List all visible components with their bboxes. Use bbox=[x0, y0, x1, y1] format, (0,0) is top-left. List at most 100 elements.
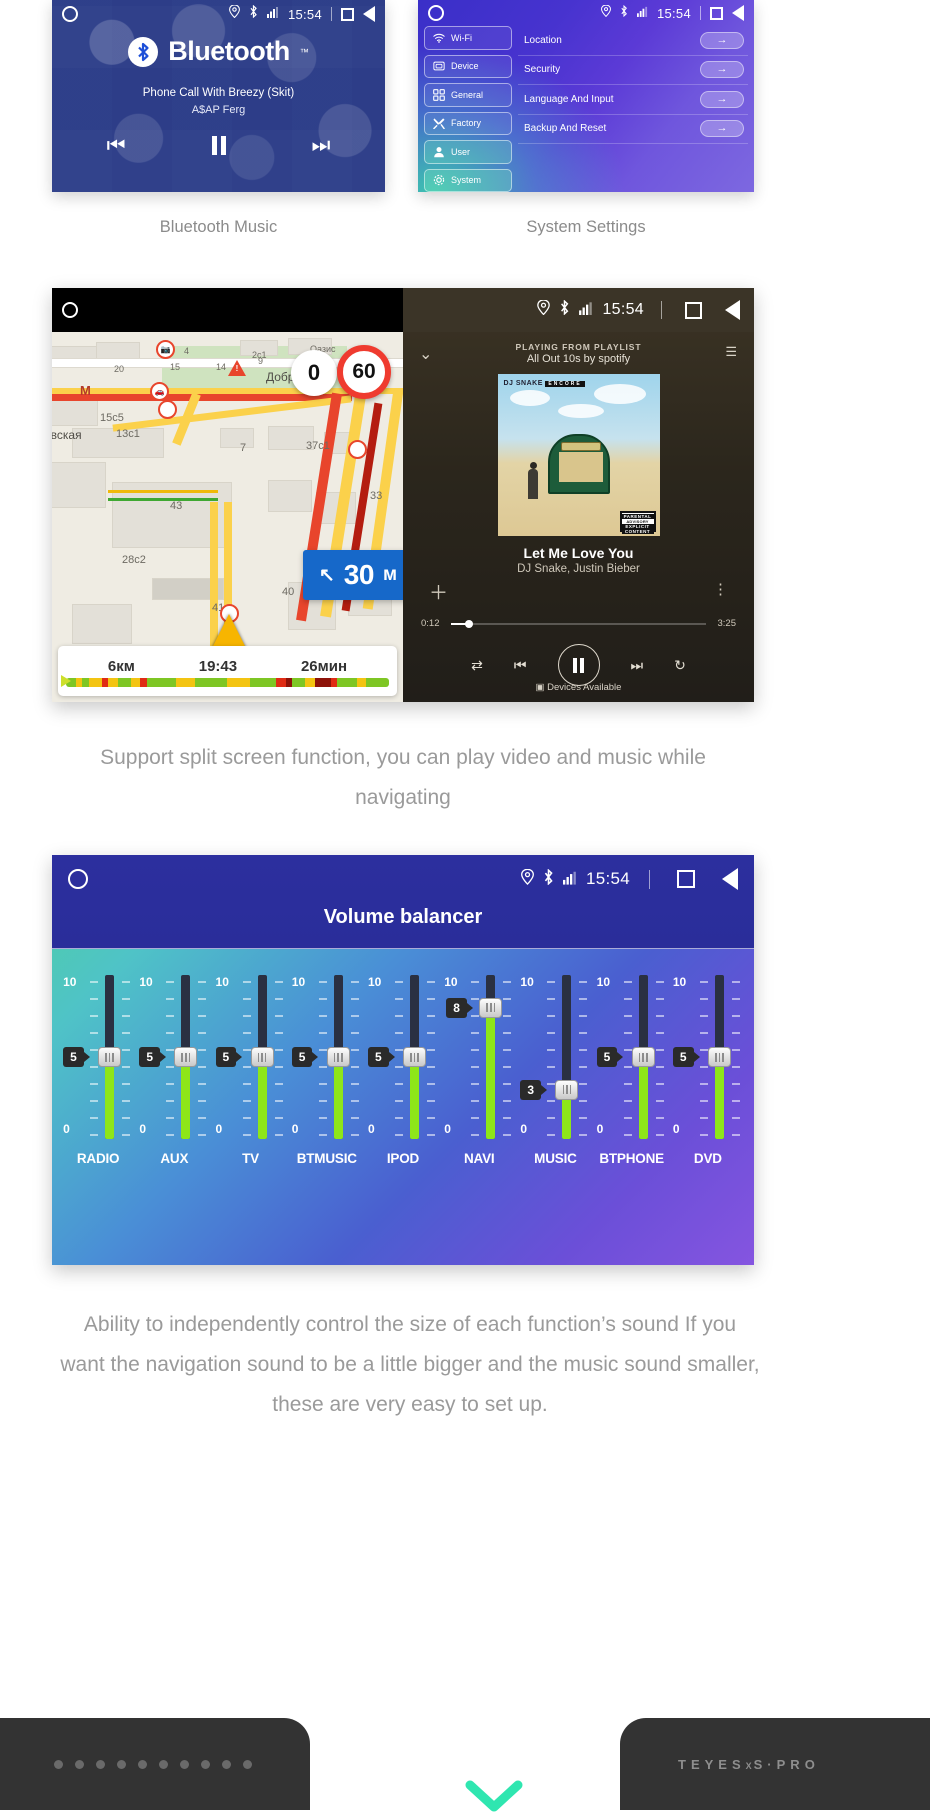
recents-square-icon[interactable] bbox=[677, 870, 695, 888]
arrow-right-icon[interactable]: → bbox=[700, 90, 744, 108]
album-artwork[interactable]: DJ SNAKE ENCORE PARENTAL ADVISORY EXPLIC… bbox=[497, 374, 660, 536]
volume-balancer-screen[interactable]: 15:54 Volume balancer 10 0 5 RADIO 10 0 5 AUX 10… bbox=[52, 855, 754, 1265]
map-canvas[interactable]: 20 15 4 2c1 Оазис 14 9 Добрыни 15c5 овск… bbox=[52, 332, 403, 702]
back-triangle-icon[interactable] bbox=[722, 868, 738, 890]
channel-label: AUX bbox=[160, 1151, 189, 1166]
settings-tile-system[interactable]: System bbox=[424, 168, 512, 192]
more-vertical-icon[interactable]: ⋮ bbox=[713, 580, 728, 598]
arrow-right-icon[interactable]: → bbox=[700, 120, 744, 138]
system-settings-screen[interactable]: 15:54 Wi-Fi Device General Factory User … bbox=[418, 0, 754, 192]
volume-channel-radio[interactable]: 10 0 5 RADIO bbox=[61, 953, 135, 1168]
channel-max-label: 10 bbox=[596, 975, 610, 989]
channel-fill bbox=[333, 1057, 343, 1139]
location-icon bbox=[521, 868, 534, 890]
channel-slider-handle[interactable] bbox=[555, 1079, 579, 1100]
traffic-segment bbox=[107, 677, 118, 687]
home-ring-icon[interactable] bbox=[68, 869, 88, 889]
recents-square-icon[interactable] bbox=[685, 301, 702, 319]
traffic-progress-track[interactable] bbox=[66, 677, 389, 687]
channel-slider-handle[interactable] bbox=[98, 1047, 122, 1067]
channel-slider-handle[interactable] bbox=[479, 997, 503, 1018]
settings-options-list: Location → Security → Language And Input… bbox=[518, 26, 754, 192]
volume-channel-dvd[interactable]: 10 0 5 DVD bbox=[671, 953, 745, 1168]
volume-channel-ipod[interactable]: 10 0 5 IPOD bbox=[366, 953, 440, 1168]
trip-summary-bar[interactable]: 6км 19:43 26мин bbox=[58, 646, 397, 696]
home-ring-icon[interactable] bbox=[62, 302, 78, 318]
split-screen-caption: Support split screen function, you can p… bbox=[100, 746, 706, 809]
devices-available-row[interactable]: ▣ Devices Available bbox=[403, 682, 754, 693]
wifi-icon bbox=[433, 32, 445, 44]
maneuver-arrow-icon: ↖ bbox=[318, 564, 335, 586]
home-ring-icon[interactable] bbox=[62, 6, 78, 22]
settings-tile-wifi[interactable]: Wi-Fi bbox=[424, 26, 512, 50]
pause-icon[interactable] bbox=[557, 644, 600, 686]
settings-tile-factory[interactable]: Factory bbox=[424, 111, 512, 135]
traffic-segment bbox=[88, 677, 102, 687]
volume-channel-tv[interactable]: 10 0 5 TV bbox=[214, 953, 288, 1168]
queue-list-icon[interactable]: ☰ bbox=[725, 344, 738, 360]
bluetooth-music-screen[interactable]: 15:54 Bluetooth ™ Phone Call With Breezy… bbox=[52, 0, 385, 192]
channel-slider-handle[interactable] bbox=[707, 1047, 731, 1067]
channel-slider-handle[interactable] bbox=[174, 1047, 198, 1067]
settings-tile-user[interactable]: User bbox=[424, 140, 512, 164]
seek-handle[interactable] bbox=[464, 619, 473, 628]
devices-available-label: Devices Available bbox=[547, 682, 622, 693]
playing-from-block: PLAYING FROM PLAYLIST All Out 10s by spo… bbox=[403, 332, 754, 365]
next-track-icon[interactable]: ⏭ bbox=[312, 135, 331, 156]
channel-value-badge: 8 bbox=[446, 997, 473, 1018]
plus-icon[interactable]: ＋ bbox=[429, 578, 448, 605]
channel-slider-handle[interactable] bbox=[250, 1047, 274, 1067]
playing-from-label: PLAYING FROM PLAYLIST bbox=[515, 342, 642, 352]
spotify-statusbar: 15:54 bbox=[403, 288, 754, 332]
bluetooth-track-artist: A$AP Ferg bbox=[191, 104, 246, 116]
volume-channel-navi[interactable]: 10 0 8 NAVI bbox=[442, 953, 516, 1168]
settings-row-language-and-input[interactable]: Language And Input → bbox=[518, 85, 748, 115]
navigation-map-pane[interactable]: 20 15 4 2c1 Оазис 14 9 Добрыни 15c5 овск… bbox=[52, 288, 403, 702]
recents-square-icon[interactable] bbox=[341, 7, 354, 21]
shuffle-icon[interactable]: ⇄ bbox=[471, 657, 483, 674]
volume-channel-music[interactable]: 10 0 3 MUSIC bbox=[518, 953, 592, 1168]
back-triangle-icon[interactable] bbox=[725, 300, 740, 320]
footer-dot bbox=[201, 1759, 210, 1769]
settings-row-label: Security bbox=[524, 64, 561, 76]
traffic-segment bbox=[314, 677, 331, 687]
back-triangle-icon[interactable] bbox=[363, 6, 375, 22]
channel-min-label: 0 bbox=[63, 1122, 70, 1136]
home-ring-icon[interactable] bbox=[428, 5, 444, 21]
channel-slider-handle[interactable] bbox=[402, 1047, 426, 1067]
spotify-player-pane[interactable]: 15:54 ⌄ ☰ PLAYING FROM PLAYLIST All Out … bbox=[403, 288, 754, 702]
volume-balancer-header: 15:54 Volume balancer bbox=[52, 855, 754, 949]
arrow-right-icon[interactable]: → bbox=[700, 61, 744, 79]
settings-row-location[interactable]: Location → bbox=[518, 26, 748, 56]
playlist-name: All Out 10s by spotify bbox=[526, 353, 631, 365]
pause-icon[interactable] bbox=[211, 136, 226, 155]
settings-row-backup-and-reset[interactable]: Backup And Reset → bbox=[518, 115, 748, 144]
roadside-sign-icon bbox=[158, 400, 177, 419]
settings-row-security[interactable]: Security → bbox=[518, 56, 748, 85]
previous-track-icon[interactable]: ⏮ bbox=[107, 135, 126, 156]
footer-left-pill bbox=[0, 1718, 310, 1810]
footer-dot bbox=[222, 1759, 231, 1769]
settings-tile-device[interactable]: Device bbox=[424, 54, 512, 78]
recents-square-icon[interactable] bbox=[710, 6, 723, 20]
channel-fill bbox=[181, 1057, 191, 1139]
track-title: Let Me Love You bbox=[523, 545, 634, 561]
bluetooth-icon bbox=[249, 4, 258, 23]
arrow-right-icon[interactable]: → bbox=[700, 31, 744, 49]
back-triangle-icon[interactable] bbox=[732, 5, 744, 21]
seek-bar[interactable]: 0:12 3:25 bbox=[421, 618, 736, 629]
settings-tile-general[interactable]: General bbox=[424, 83, 512, 107]
settings-tile-label: Factory bbox=[451, 118, 482, 129]
volume-channel-btmusic[interactable]: 10 0 5 BTMUSIC bbox=[290, 953, 364, 1168]
next-track-icon[interactable]: ⏭ bbox=[631, 657, 644, 674]
split-screen-demo[interactable]: 20 15 4 2c1 Оазис 14 9 Добрыни 15c5 овск… bbox=[52, 288, 754, 702]
channel-slider-handle[interactable] bbox=[326, 1047, 350, 1067]
channel-slider-handle[interactable] bbox=[631, 1047, 655, 1067]
repeat-icon[interactable]: ↻ bbox=[674, 657, 686, 674]
seek-track[interactable] bbox=[451, 619, 706, 628]
volume-channel-btphone[interactable]: 10 0 5 BTPHONE bbox=[595, 953, 669, 1168]
chevron-down-icon[interactable]: ⌄ bbox=[419, 344, 432, 364]
previous-track-icon[interactable]: ⏮ bbox=[514, 657, 527, 674]
volume-channel-aux[interactable]: 10 0 5 AUX bbox=[137, 953, 211, 1168]
user-icon bbox=[433, 146, 445, 158]
